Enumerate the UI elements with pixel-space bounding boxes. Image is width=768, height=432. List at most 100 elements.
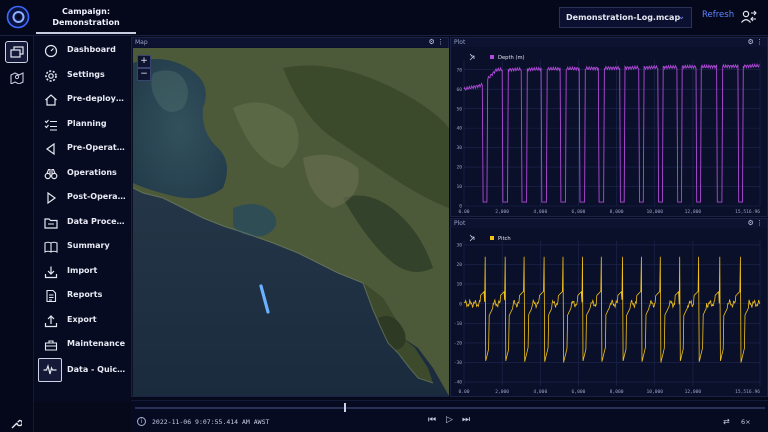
y-tick-label: 60 (456, 87, 462, 93)
x-tick-label: 0.00 (458, 389, 469, 395)
timeline-track[interactable] (135, 407, 765, 409)
sidebar-item-label: Pre-deployment (67, 94, 127, 103)
campaign-tab[interactable]: Campaign: Demonstration (36, 0, 136, 34)
info-icon[interactable]: i (137, 417, 146, 426)
pulse-icon (43, 363, 57, 375)
loop-icon[interactable]: ⇄ (723, 417, 730, 426)
sidebar-item-label: Planning (67, 119, 107, 128)
rail-map-button[interactable] (5, 66, 28, 88)
top-bar: Campaign: Demonstration Demonstration-Lo… (0, 0, 768, 36)
timeline-scrubber[interactable] (344, 403, 346, 412)
zoom-in-button[interactable]: + (137, 55, 151, 68)
sidebar-item-label: Pre-Operation (67, 143, 127, 152)
sidebar-item-settings[interactable]: Settings (34, 65, 130, 87)
wrench-icon[interactable] (10, 418, 22, 430)
y-tick-label: 20 (456, 165, 462, 171)
sidebar-item-data-processing[interactable]: Data Processing (34, 212, 130, 234)
refresh-button[interactable]: Refresh (702, 10, 734, 20)
sidebar-item-data-quick-plot[interactable]: Data - Quick Plot (34, 358, 130, 382)
pitch-chart[interactable]: 0.00 2,000 4,000 6,000 8,000 10,000 12,000 15,5… (452, 229, 768, 396)
left-rail (0, 36, 34, 432)
folder-icon (44, 218, 58, 229)
log-file-name: Demonstration-Log.mcap (566, 13, 681, 22)
sidebar-item-pre-deployment[interactable]: Pre-deployment (34, 89, 130, 111)
sidebar-item-import[interactable]: Import (34, 261, 130, 283)
skip-back-icon[interactable]: ⏮ (428, 415, 436, 425)
map-panel-title: Map (135, 39, 148, 46)
expand-icon (469, 53, 475, 61)
rail-layers-button[interactable] (5, 41, 28, 63)
plot-panel-header: Plot ⚙ ⋮ (451, 38, 767, 47)
legend-label: Depth (m) (498, 55, 525, 61)
sidebar-item-post-operation[interactable]: Post-Operation (34, 187, 130, 209)
home-icon (45, 94, 57, 106)
zoom-out-button[interactable]: − (137, 68, 151, 81)
user-switch-icon[interactable] (740, 9, 758, 25)
x-tick-label: 15,516.96 (735, 209, 760, 215)
sidebar-item-summary[interactable]: Summary (34, 236, 130, 258)
binoculars-icon (44, 168, 58, 180)
log-file-select[interactable]: Demonstration-Log.mcap ⌄ (559, 7, 692, 28)
chevron-down-icon: ⌄ (677, 12, 685, 22)
sidebar-item-label: Reports (67, 290, 103, 299)
series-line (463, 62, 760, 203)
campaign-name: Demonstration (52, 18, 120, 27)
x-tick-label: 2,000 (495, 389, 509, 395)
map-imagery (133, 48, 449, 396)
y-tick-label: -30 (454, 360, 463, 366)
map-pin-icon (10, 72, 24, 84)
y-tick-label: -10 (454, 321, 463, 327)
sidebar-item-dashboard[interactable]: Dashboard (34, 40, 130, 62)
dashboard-icon (44, 44, 58, 58)
sidebar-item-reports[interactable]: Reports (34, 285, 130, 307)
y-tick-label: 10 (456, 282, 462, 288)
y-tick-label: -40 (454, 380, 463, 386)
app-logo-icon[interactable] (6, 5, 30, 29)
campaign-label: Campaign: (61, 7, 111, 16)
x-tick-label: 6,000 (572, 389, 586, 395)
play-icon[interactable]: ▷ (446, 415, 453, 425)
sidebar-item-label: Data - Quick Plot (67, 365, 127, 374)
x-tick-label: 0.00 (458, 209, 469, 215)
checklist-icon (44, 119, 57, 131)
legend-swatch (490, 236, 494, 240)
x-tick-label: 12,000 (685, 389, 702, 395)
sidebar-item-export[interactable]: Export (34, 310, 130, 332)
document-icon (46, 289, 57, 303)
depth-chart[interactable]: 0.00 2,000 4,000 6,000 8,000 10,000 12,000 15,5… (452, 48, 768, 216)
x-tick-label: 2,000 (495, 209, 509, 215)
x-tick-label: 6,000 (572, 209, 586, 215)
x-tick-label: 10,000 (646, 209, 663, 215)
sidebar-item-pre-operation[interactable]: Pre-Operation (34, 138, 130, 160)
quick-plot-icon-frame (38, 358, 62, 382)
series-line (463, 256, 761, 363)
playback-speed[interactable]: 6× (741, 418, 751, 426)
sidebar-item-label: Data Processing (67, 217, 127, 226)
sidebar-nav: Dashboard Settings Pre-deployment Planni… (34, 36, 130, 402)
legend-label: Pitch (498, 236, 511, 242)
sidebar-item-label: Export (67, 315, 97, 324)
plot-panel-title: Plot (454, 39, 466, 46)
x-tick-label: 4,000 (533, 209, 547, 215)
sidebar-item-operations[interactable]: Operations (34, 163, 130, 185)
depth-plot-panel: Plot ⚙ ⋮ 0.00 2,000 4,000 6,000 8,000 10,000 1… (450, 37, 768, 217)
plot-panel-title: Plot (454, 220, 466, 227)
satellite-map[interactable]: + − (133, 48, 449, 396)
x-tick-label: 12,000 (685, 209, 702, 215)
sidebar-item-maintenance[interactable]: Maintenance (34, 334, 130, 356)
triangle-left-icon (45, 142, 55, 156)
panel-settings-icon[interactable]: ⚙ ⋮ (428, 38, 444, 47)
legend-swatch (490, 55, 494, 59)
sidebar-item-planning[interactable]: Planning (34, 114, 130, 136)
toolbox-icon (44, 340, 58, 351)
y-tick-label: 30 (456, 243, 462, 249)
panel-settings-icon[interactable]: ⚙ ⋮ (747, 38, 763, 47)
skip-forward-icon[interactable]: ⏭ (462, 415, 470, 425)
y-tick-label: 0 (459, 204, 462, 210)
x-tick-label: 15,516.96 (735, 389, 760, 395)
y-tick-label: 50 (456, 106, 462, 112)
panel-settings-icon[interactable]: ⚙ ⋮ (747, 219, 763, 228)
y-tick-label: -20 (454, 340, 463, 346)
map-panel: Map ⚙ ⋮ + − (131, 37, 449, 397)
x-tick-label: 10,000 (646, 389, 663, 395)
